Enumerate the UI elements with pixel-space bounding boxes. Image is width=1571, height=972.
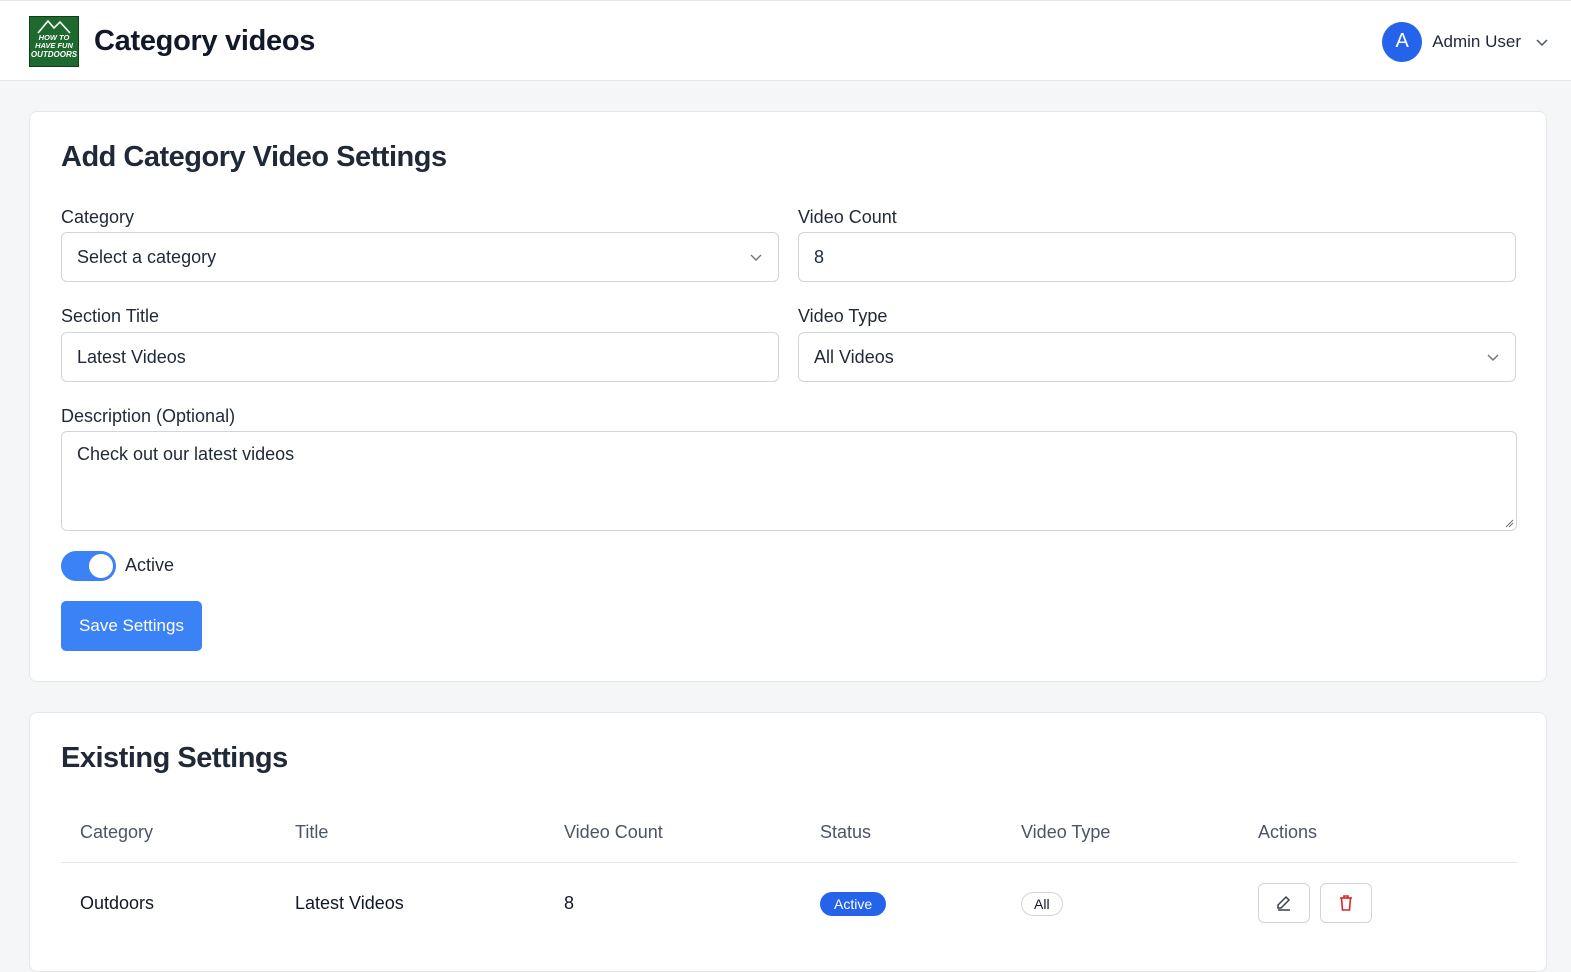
edit-button[interactable] [1258,883,1310,923]
table-row: Outdoors Latest Videos 8 Active All [61,863,1517,923]
column-header-video-count: Video Count [564,822,663,842]
avatar: A [1382,21,1423,62]
column-header-actions: Actions [1258,822,1318,842]
delete-button[interactable] [1320,883,1372,923]
top-bar: HOW TO HAVE FUN OUTDOORS Category videos… [0,0,1571,81]
save-settings-button[interactable]: Save Settings [61,601,202,651]
status-badge: Active [820,892,887,916]
user-name: Admin User [1432,31,1521,51]
brand-logo[interactable]: HOW TO HAVE FUN OUTDOORS [29,16,79,67]
edit-icon [1277,895,1291,911]
form-title: Add Category Video Settings [61,141,447,173]
active-toggle[interactable] [61,551,116,581]
video-type-select[interactable]: All Videos [798,332,1516,382]
category-label: Category [61,207,135,227]
resize-grip-icon[interactable] [1504,518,1514,528]
cell-title: Latest Videos [295,893,404,913]
svg-text:OUTDOORS: OUTDOORS [31,50,78,59]
column-header-title: Title [295,822,329,842]
chevron-down-icon [750,254,762,261]
video-type-select-value: All Videos [814,346,894,367]
cell-category: Outdoors [80,893,155,913]
svg-text:HAVE FUN: HAVE FUN [35,41,73,50]
description-textarea[interactable]: Check out our latest videos [61,431,1517,531]
column-header-video-type: Video Type [1021,822,1111,842]
column-header-category: Category [80,822,154,842]
description-label: Description (Optional) [61,406,236,426]
add-settings-card: Add Category Video Settings Category Sel… [29,111,1547,682]
logo-mountain-icon: HOW TO HAVE FUN OUTDOORS [31,19,78,59]
page-title: Category videos [94,25,316,57]
description-text: Check out our latest videos [77,444,295,464]
table-header: Category Title Video Count Status Video … [61,813,1517,863]
category-select[interactable]: Select a category [61,232,779,282]
category-select-value: Select a category [77,246,217,267]
existing-title: Existing Settings [61,742,288,774]
chevron-down-icon [1487,354,1499,361]
existing-settings-card: Existing Settings Category Title Video C… [29,712,1547,972]
video-count-label: Video Count [798,207,897,227]
video-type-label: Video Type [798,306,888,326]
column-header-status: Status [820,822,872,842]
trash-icon [1340,895,1352,911]
active-label: Active [125,555,175,575]
cell-video-count: 8 [564,893,575,913]
video-type-badge: All [1021,892,1063,916]
section-title-label: Section Title [61,306,160,326]
video-count-input[interactable] [798,232,1516,282]
toggle-knob [89,554,113,578]
user-menu[interactable]: A Admin User [1382,21,1549,62]
chevron-down-icon [1536,38,1548,46]
section-title-input[interactable] [61,332,779,382]
